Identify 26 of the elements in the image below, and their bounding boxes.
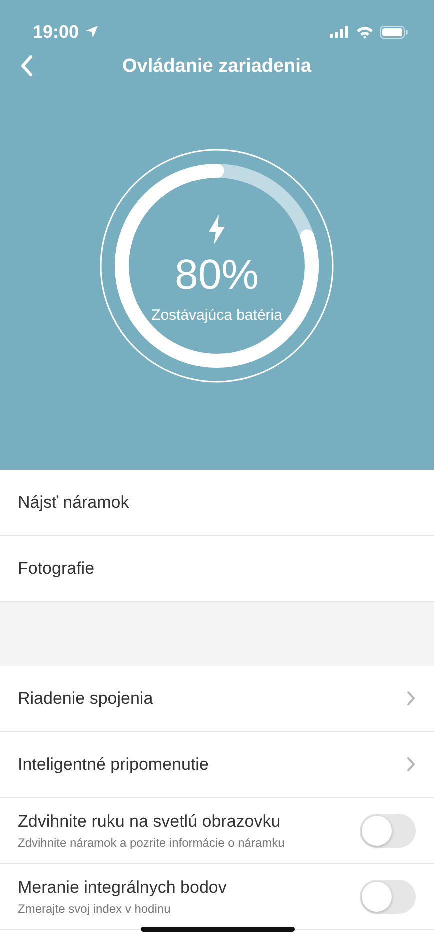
row-label: Nájsť náramok	[18, 492, 130, 512]
battery-icon	[380, 26, 408, 38]
screen-title: Ovládanie zariadenia	[122, 56, 312, 78]
settings-row[interactable]: Inteligentné pripomenutie	[0, 732, 434, 798]
row-label: Meranie integrálnych bodov	[18, 878, 228, 898]
back-icon[interactable]	[20, 55, 34, 77]
settings-row[interactable]: Riadenie spojenia	[0, 666, 434, 732]
status-time: 19:00	[33, 22, 80, 42]
row-label: Zdvihnite ruku na svetlú obrazovku	[18, 812, 282, 832]
lightning-icon	[207, 214, 227, 244]
battery-label: Zostávajúca batéria	[152, 306, 282, 324]
row-label: Inteligentné pripomenutie	[18, 754, 210, 774]
battery-percent: 80%	[174, 250, 260, 298]
toggle-switch[interactable]	[360, 814, 416, 848]
row-subtitle: Zmerajte svoj index v hodinu	[18, 902, 172, 916]
row-subtitle: Zdvihnite náramok a pozrite informácie o náramku	[18, 836, 286, 850]
settings-row[interactable]: Zdvihnite ruku na svetlú obrazovku Zdvihnite náramok a pozrite informácie o náramku	[0, 798, 434, 864]
settings-row[interactable]: Nájsť náramok	[0, 470, 434, 536]
location-arrow-icon	[85, 25, 100, 39]
toggle-switch[interactable]	[360, 880, 416, 914]
row-label: Riadenie spojenia	[18, 688, 154, 708]
signal-icon	[330, 26, 350, 38]
chevron-right-icon	[407, 757, 416, 772]
chevron-right-icon	[407, 691, 416, 706]
row-label: Fotografie	[18, 558, 96, 578]
wifi-icon	[356, 26, 374, 38]
